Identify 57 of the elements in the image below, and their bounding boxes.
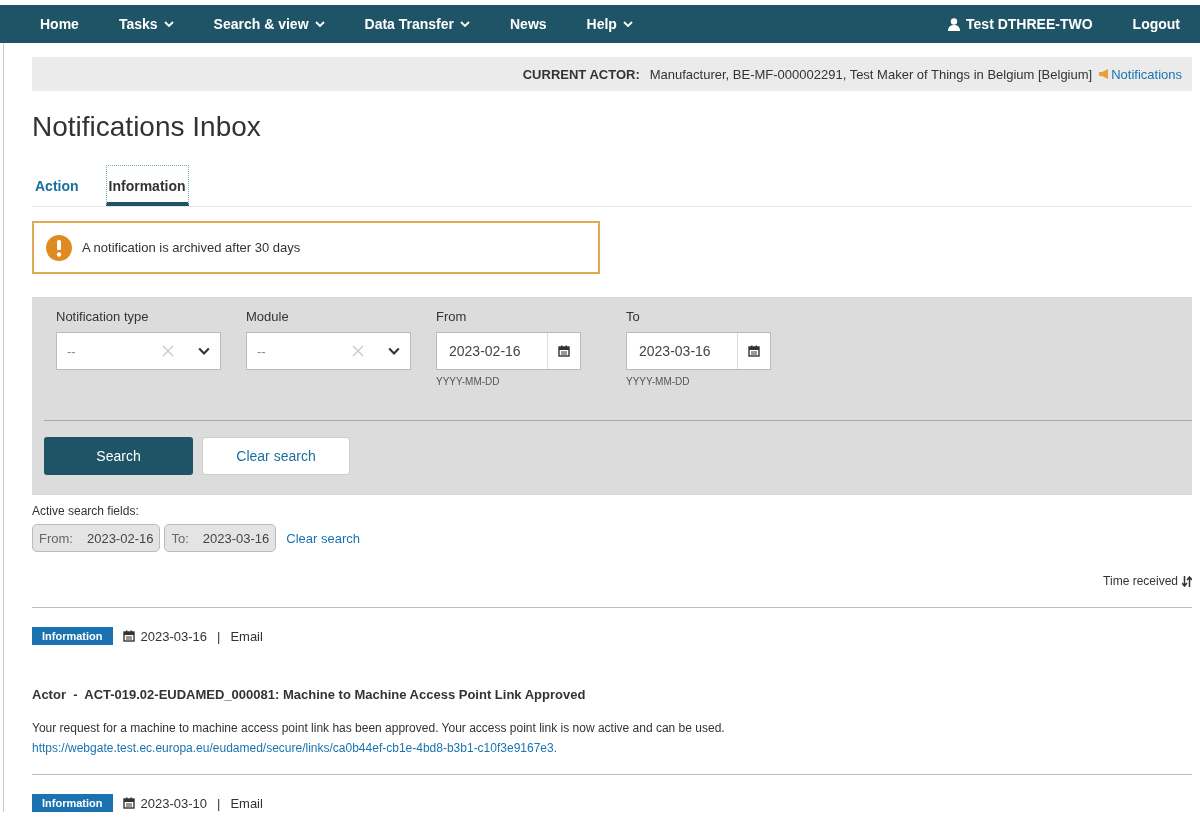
nav-menu-item[interactable]: Data Transfer — [364, 16, 470, 32]
separator: | — [217, 795, 221, 811]
chevron-down-icon — [314, 19, 325, 29]
nav-menu-item[interactable]: Home — [40, 16, 79, 32]
select-field[interactable]: -- — [56, 332, 221, 370]
chevron-down-icon — [460, 19, 470, 29]
field-label: From — [436, 309, 468, 324]
nav-menu-item[interactable]: Tasks — [118, 16, 174, 32]
actor-value: Manufacturer, BE-MF-000002291, Test Maker of Things in Belgium [Belgium] — [649, 66, 1093, 82]
notification-date: 2023-03-16 — [140, 628, 207, 644]
notification-body: Your request for a machine to machine access point link has been approved. Your access point link is now active and can be used. https://webgate.test.ec.europa.eu/eudamed/secure/links/ca0b44ef-cb1e-4bd8-b3b1-c10f3e9167e3. — [32, 720, 726, 757]
type-badge: Information — [32, 794, 113, 812]
calendar-icon — [558, 345, 570, 357]
date-format-hint: YYYY-MM-DD — [626, 376, 691, 387]
alert-text: A notification is archived after 30 days — [82, 240, 301, 255]
user-menu[interactable]: Test DTHREE-TWO — [948, 16, 1093, 32]
select-field[interactable]: -- — [246, 332, 411, 370]
calendar-icon — [122, 630, 135, 642]
field-label: Notification type — [56, 309, 150, 324]
tab[interactable]: Information — [105, 165, 189, 206]
notification-date: 2023-03-10 — [140, 795, 207, 811]
warning-icon — [46, 234, 72, 261]
date-field[interactable]: 2023-03-16 — [626, 332, 771, 370]
tab[interactable]: Action — [32, 165, 82, 206]
search-button[interactable]: Search — [44, 437, 193, 475]
chevron-down-icon — [388, 345, 400, 357]
field-label: Module — [246, 309, 290, 324]
sort-icon[interactable] — [1182, 575, 1192, 587]
date-format-hint: YYYY-MM-DD — [436, 376, 501, 387]
nav-menu-item[interactable]: News — [510, 16, 547, 32]
filter-chip[interactable]: From: 2023-02-16 — [32, 524, 161, 552]
chevron-down-icon — [622, 19, 633, 29]
notification-channel: Email — [230, 628, 263, 644]
filter-chip[interactable]: To: 2023-03-16 — [164, 524, 277, 552]
notifications-link[interactable]: Notifications — [1098, 66, 1182, 82]
clear-search-button[interactable]: Clear search — [202, 437, 350, 475]
clear-search-link[interactable]: Clear search — [286, 530, 360, 546]
separator: | — [217, 628, 221, 644]
active-search-label: Active search fields: — [32, 504, 140, 518]
megaphone-icon — [1098, 69, 1111, 79]
page-title: Notifications Inbox — [32, 111, 262, 143]
date-field[interactable]: 2023-02-16 — [436, 332, 581, 370]
sort-label[interactable]: Time received — [1103, 574, 1178, 588]
nav-menu-item[interactable]: Help — [586, 16, 633, 32]
notification-channel: Email — [230, 795, 263, 811]
field-label: To — [626, 309, 641, 324]
chevron-down-icon — [198, 345, 210, 357]
calendar-icon — [122, 797, 135, 809]
notification-link[interactable]: https://webgate.test.ec.europa.eu/eudamed/secure/links/ca0b44ef-cb1e-4bd8-b3b1-c10f3e9167e3. — [32, 741, 558, 755]
logout-link[interactable]: Logout — [1132, 16, 1180, 32]
notification-title: Actor - ACT-019.02-EUDAMED_000081: Machine to Machine Access Point Link Approved — [32, 687, 587, 702]
chevron-down-icon — [163, 19, 174, 29]
calendar-icon — [748, 345, 760, 357]
user-icon — [948, 17, 961, 31]
nav-menu-item[interactable]: Search & view — [213, 16, 325, 32]
actor-label: CURRENT ACTOR: — [522, 66, 640, 82]
type-badge: Information — [32, 627, 113, 645]
